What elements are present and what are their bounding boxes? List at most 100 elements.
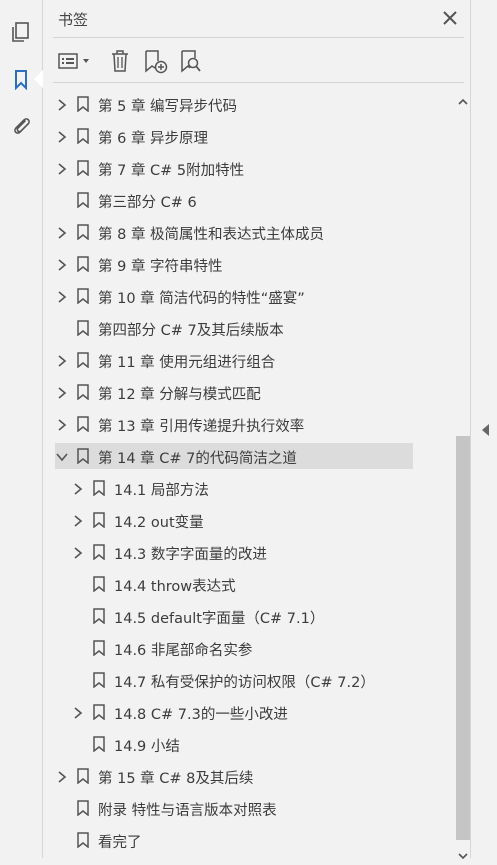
chevron-right-icon[interactable] [55, 353, 69, 367]
bookmark-label: 14.3 数字字面量的改进 [114, 547, 267, 563]
chevron-right-icon[interactable] [55, 417, 69, 431]
pages-icon[interactable] [9, 20, 33, 44]
collapse-pane-icon[interactable] [482, 424, 489, 436]
bookmark-icon [77, 448, 89, 465]
bookmark-icon [77, 352, 89, 369]
chevron-right-icon[interactable] [55, 161, 69, 175]
chevron-right-icon[interactable] [55, 769, 69, 783]
bookmark-item[interactable]: 14.5 default字面量（C# 7.1） [8, 603, 413, 629]
chevron-right-icon[interactable] [55, 97, 69, 111]
chevron-right-icon[interactable] [55, 225, 69, 239]
chevron-right-icon[interactable] [71, 545, 85, 559]
bookmark-icon [93, 480, 105, 497]
bookmark-icon [77, 96, 89, 113]
bookmark-item[interactable]: 14.9 小结 [8, 731, 413, 757]
bookmark-item[interactable]: 14.6 非尾部命名实参 [8, 635, 413, 661]
chevron-right-icon[interactable] [71, 513, 85, 527]
bookmark-icon [77, 288, 89, 305]
bookmark-label: 第 15 章 C# 8及其后续 [98, 771, 254, 787]
scroll-down-icon[interactable] [458, 846, 468, 860]
bookmark-item[interactable]: 第 6 章 异步原理 [8, 123, 413, 149]
bookmark-icon [77, 768, 89, 785]
bookmark-label: 第 14 章 C# 7的代码简洁之道 [98, 451, 297, 467]
bookmark-label: 第 10 章 简洁代码的特性“盛宴” [98, 291, 305, 307]
bookmark-label: 附录 特性与语言版本对照表 [98, 803, 277, 819]
delete-bookmark-button[interactable] [107, 46, 133, 76]
chevron-right-icon[interactable] [55, 257, 69, 271]
scrollbar-thumb[interactable] [456, 436, 470, 840]
find-bookmark-button[interactable] [177, 46, 205, 76]
bookmark-icon [77, 416, 89, 433]
bookmark-item[interactable]: 第 13 章 引用传递提升执行效率 [8, 411, 413, 437]
bookmark-icon [93, 704, 105, 721]
bookmark-item[interactable]: 第 7 章 C# 5附加特性 [8, 155, 413, 181]
bookmark-icon [77, 256, 89, 273]
bookmark-label: 第 5 章 编写异步代码 [98, 99, 238, 115]
bookmark-label: 第 13 章 引用传递提升执行效率 [98, 419, 305, 435]
chevron-down-icon[interactable] [55, 449, 69, 463]
bookmark-label: 14.8 C# 7.3的一些小改进 [114, 707, 288, 723]
active-pane-pointer [34, 70, 43, 88]
bookmark-icon [77, 384, 89, 401]
bookmark-label: 第四部分 C# 7及其后续版本 [98, 323, 284, 339]
bookmark-item[interactable]: 第 5 章 编写异步代码 [8, 91, 413, 117]
scroll-up-icon[interactable] [458, 92, 468, 105]
bookmark-label: 第 9 章 字符串特性 [98, 259, 223, 275]
bookmark-item[interactable]: 第 10 章 简洁代码的特性“盛宴” [8, 283, 413, 309]
bookmark-label: 第三部分 C# 6 [98, 195, 197, 211]
bookmark-icon [93, 608, 105, 625]
bookmark-item[interactable]: 第 9 章 字符串特性 [8, 251, 413, 277]
bookmark-item[interactable]: 14.4 throw表达式 [8, 571, 413, 597]
bookmark-item[interactable]: 第 11 章 使用元组进行组合 [8, 347, 413, 373]
bookmark-item[interactable]: 14.2 out变量 [8, 507, 413, 533]
panel-title: 书签 [58, 11, 89, 29]
bookmark-item[interactable]: 第三部分 C# 6 [8, 187, 413, 213]
bookmark-item[interactable]: 看完了 [8, 827, 413, 853]
bookmark-label: 14.5 default字面量（C# 7.1） [114, 611, 325, 627]
bookmark-icon [93, 576, 105, 593]
bookmark-icon [93, 672, 105, 689]
chevron-right-icon[interactable] [71, 481, 85, 495]
divider [53, 37, 464, 38]
bookmark-item[interactable]: 第 15 章 C# 8及其后续 [8, 763, 413, 789]
bookmark-icon [93, 512, 105, 529]
chevron-right-icon[interactable] [55, 129, 69, 143]
bookmark-item[interactable]: 14.3 数字字面量的改进 [8, 539, 413, 565]
bookmark-icon [77, 320, 89, 337]
bookmarks-toolbar [53, 46, 464, 78]
bookmark-item[interactable]: 第 8 章 极简属性和表达式主体成员 [8, 219, 413, 245]
bookmark-icon [77, 224, 89, 241]
bookmark-icon [77, 832, 89, 849]
chevron-right-icon[interactable] [71, 705, 85, 719]
bookmark-icon [77, 192, 89, 209]
bookmark-item[interactable]: 14.8 C# 7.3的一些小改进 [8, 699, 413, 725]
bookmark-item[interactable]: 附录 特性与语言版本对照表 [8, 795, 413, 821]
bookmark-icon [93, 736, 105, 753]
bookmark-icon [77, 800, 89, 817]
bookmark-item[interactable]: 第 12 章 分解与模式匹配 [8, 379, 413, 405]
chevron-right-icon[interactable] [55, 385, 69, 399]
bookmark-item[interactable]: 第 14 章 C# 7的代码简洁之道 [55, 443, 413, 469]
bookmark-label: 14.4 throw表达式 [114, 579, 236, 595]
bookmark-item[interactable]: 14.7 私有受保护的访问权限（C# 7.2） [8, 667, 413, 693]
bookmark-icon [93, 544, 105, 561]
options-menu-button[interactable] [57, 46, 95, 76]
bookmark-tree: 第 5 章 编写异步代码第 6 章 异步原理第 7 章 C# 5附加特性第三部分… [0, 88, 413, 858]
bookmark-label: 第 12 章 分解与模式匹配 [98, 387, 261, 403]
bookmark-label: 14.2 out变量 [114, 515, 204, 531]
list-options-icon [58, 53, 89, 69]
bookmark-label: 第 8 章 极简属性和表达式主体成员 [98, 227, 325, 243]
new-bookmark-button[interactable] [141, 46, 169, 76]
chevron-right-icon[interactable] [55, 289, 69, 303]
bookmark-label: 14.6 非尾部命名实参 [114, 643, 253, 659]
add-bookmark-icon [145, 50, 168, 74]
bookmark-icon [77, 160, 89, 177]
bookmark-item[interactable]: 14.1 局部方法 [8, 475, 413, 501]
bookmark-item[interactable]: 第四部分 C# 7及其后续版本 [8, 315, 413, 341]
trash-icon [112, 50, 128, 72]
bookmark-label: 14.7 私有受保护的访问权限（C# 7.2） [114, 675, 375, 691]
bookmark-label: 看完了 [98, 835, 142, 851]
close-icon[interactable] [440, 8, 460, 28]
bookmark-label: 14.9 小结 [114, 739, 180, 755]
divider [53, 82, 464, 83]
